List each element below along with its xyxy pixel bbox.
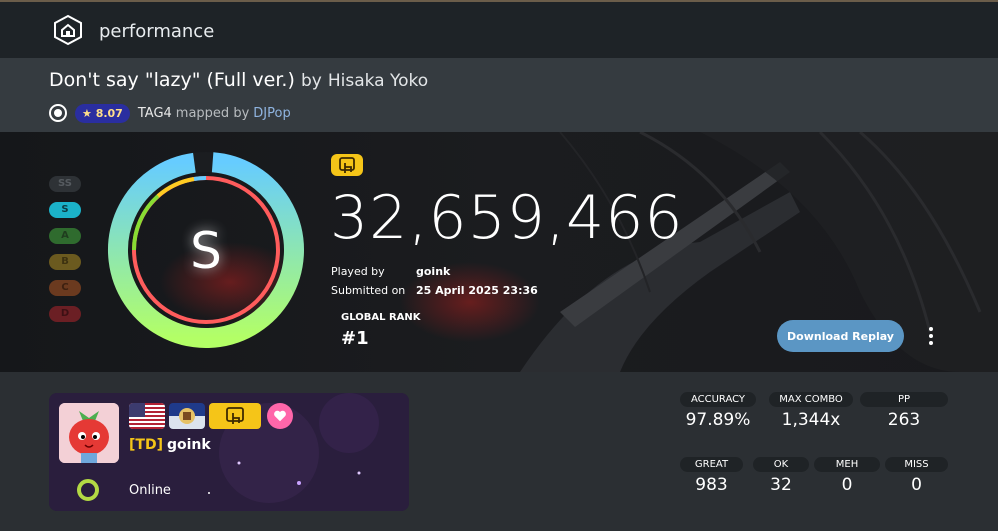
top-bar: performance — [0, 0, 998, 58]
us-flag-icon[interactable] — [129, 403, 165, 429]
mod-badge-small[interactable] — [209, 403, 261, 429]
online-status-icon — [77, 479, 99, 501]
avatar[interactable] — [59, 403, 119, 463]
state-flag-icon[interactable] — [169, 403, 205, 429]
user-card[interactable]: [TD] goink Online — [49, 393, 409, 511]
play-info: Played by goink Submitted on 25 April 2025… — [331, 265, 538, 303]
stat-value: 97.89% — [685, 410, 751, 430]
ruleset-icon — [49, 104, 67, 122]
grade-pill-d: D — [49, 306, 81, 322]
grade-list: SS S A B C D — [49, 176, 81, 332]
stat-label: MISS — [885, 457, 948, 472]
mapped-by-label: mapped by — [175, 105, 250, 121]
submitted-label: Submitted on — [331, 284, 406, 297]
rank-letter: S — [190, 222, 222, 280]
beatmap-artist: Hisaka Yoko — [327, 71, 429, 91]
submitted-date: 25 April 2025 23:36 — [416, 284, 538, 297]
total-score: 32,659,466 — [330, 183, 684, 253]
heart-icon[interactable] — [267, 403, 293, 429]
download-replay-button[interactable]: Download Replay — [777, 320, 904, 352]
stat-value: 0 — [841, 475, 853, 495]
online-status-text: Online — [129, 483, 171, 498]
stat-value: 0 — [911, 475, 922, 495]
stat-label: ACCURACY — [680, 392, 756, 407]
avatar-strawberry-image — [59, 403, 119, 463]
stat-meh: MEH 0 — [814, 457, 880, 495]
stat-miss: MISS 0 — [885, 457, 948, 495]
stat-great: GREAT 983 — [680, 457, 743, 495]
inner-ring-great-segment — [193, 175, 207, 181]
grade-pill-s: S — [49, 202, 81, 218]
stat-label: MAX COMBO — [769, 392, 853, 407]
stat-value: 263 — [887, 410, 921, 430]
username[interactable]: [TD] goink — [129, 437, 211, 453]
beatmap-header: Don't say "lazy" (Full ver.) by Hisaka Y… — [0, 58, 998, 132]
stat-max-combo: MAX COMBO 1,344x — [769, 392, 853, 430]
stat-pp: PP 263 — [860, 392, 948, 430]
star-rating-badge: ★ 8.07 — [75, 103, 130, 123]
stat-label: GREAT — [680, 457, 743, 472]
stat-label: MEH — [814, 457, 880, 472]
stat-label: OK — [753, 457, 809, 472]
played-by-label: Played by — [331, 265, 385, 278]
played-by-user[interactable]: goink — [416, 265, 450, 278]
stat-ok: OK 32 — [753, 457, 809, 495]
global-rank-label: GLOBAL RANK — [341, 312, 421, 323]
mod-badge[interactable] — [331, 154, 363, 176]
team-tag[interactable]: [TD] — [129, 437, 163, 453]
grade-pill-a: A — [49, 228, 81, 244]
stat-value: 1,344x — [781, 410, 841, 430]
username-text: goink — [166, 437, 211, 453]
rank-ring: S — [108, 152, 304, 348]
beatmap-meta: ★ 8.07 TAG4 mapped by DJPop — [49, 102, 291, 124]
grade-pill-c: C — [49, 280, 81, 296]
house-icon[interactable] — [52, 14, 84, 46]
beatmap-title[interactable]: Don't say "lazy" (Full ver.) — [49, 69, 295, 91]
beatmap-title-line: Don't say "lazy" (Full ver.) by Hisaka Y… — [49, 69, 428, 91]
more-vertical-icon[interactable] — [924, 324, 938, 348]
mod-hand-icon — [339, 157, 355, 173]
global-rank-value: #1 — [341, 328, 369, 349]
stat-value: 32 — [770, 475, 792, 495]
mapper-link[interactable]: DJPop — [253, 106, 290, 121]
grade-pill-b: B — [49, 254, 81, 270]
page-title: performance — [99, 21, 215, 42]
difficulty-name: TAG4 — [137, 105, 172, 121]
grade-pill-ss: SS — [49, 176, 81, 192]
beatmap-by-label: by — [300, 71, 322, 91]
stat-accuracy: ACCURACY 97.89% — [680, 392, 756, 430]
stat-value: 983 — [695, 475, 728, 495]
stat-label: PP — [860, 392, 948, 407]
